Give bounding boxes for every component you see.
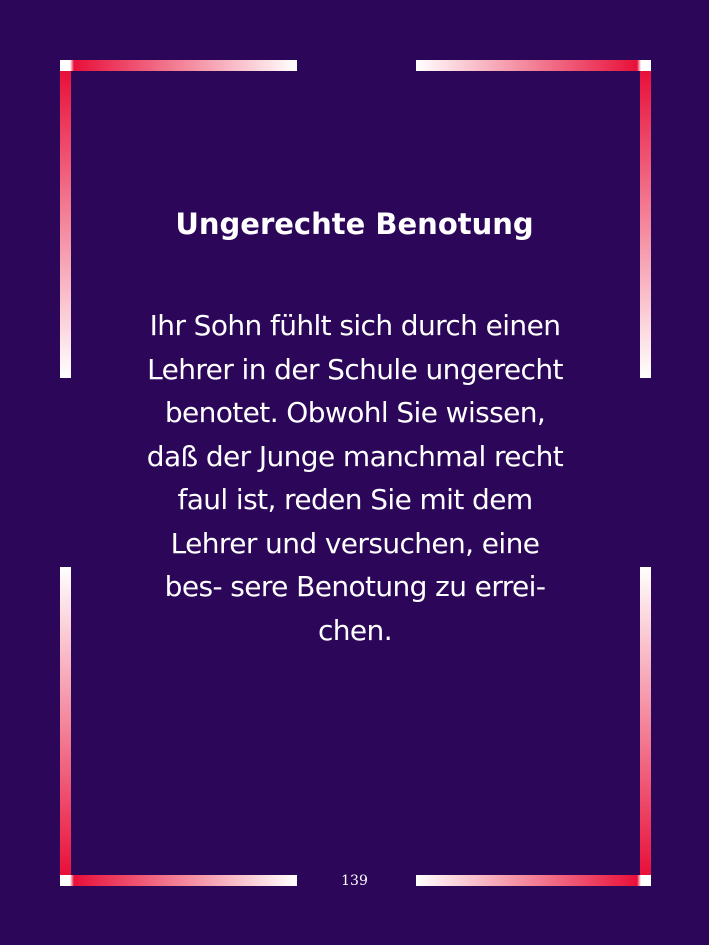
- frame-bottom-left-vertical: [60, 567, 71, 875]
- body-line: Lehrer und versuchen, eine: [170, 526, 540, 560]
- body-line: bes- sere Benotung zu errei-: [164, 570, 546, 603]
- body-line: chen.: [317, 613, 393, 647]
- frame-top-right-horizontal: [416, 60, 651, 71]
- body-paragraph: Ihr Sohn fühlt sich durch einen Lehrer i…: [104, 304, 606, 652]
- frame-top-left-horizontal: [60, 60, 297, 71]
- body-line: benotet. Obwohl Sie wissen,: [164, 396, 546, 429]
- body-line: faul ist, reden Sie mit dem: [177, 483, 533, 516]
- body-line: daß der Junge manchmal recht: [146, 439, 564, 473]
- page-title: Ungerechte Benotung: [175, 207, 534, 241]
- frame-bottom-right-vertical: [640, 567, 651, 875]
- page-number: 139: [341, 873, 368, 889]
- body-line: Lehrer in der Schule ungerecht: [147, 352, 563, 386]
- body-line: Ihr Sohn fühlt sich durch einen: [149, 309, 561, 342]
- page: Ungerechte Benotung Ihr Sohn fühlt sich …: [0, 0, 709, 945]
